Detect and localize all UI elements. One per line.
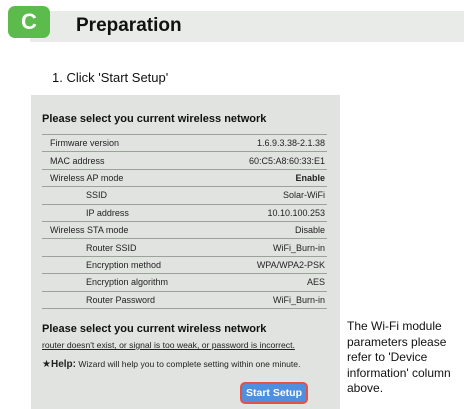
section-badge: C [8,6,50,38]
help-label: Help: [50,359,76,370]
row-value: 1.6.9.3.38-2.1.38 [256,138,325,149]
side-note: The Wi-Fi module parameters please refer… [347,319,451,395]
row-label: SSID [86,190,108,201]
table-row: Router Password WiFi_Burn-in [42,292,327,309]
table-row: Encryption method WPA/WPA2-PSK [42,257,327,275]
row-value: Enable [295,172,325,183]
table-row: Firmware version 1.6.9.3.38-2.1.38 [42,135,327,153]
star-icon: ★ [42,359,51,370]
help-description: Wizard will help you to complete setting… [75,359,301,369]
table-row: Wireless STA mode Disable [42,222,327,240]
row-value: 60:C5:A8:60:33:E1 [248,155,325,166]
table-row: IP address 10.10.100.253 [42,205,327,222]
row-label: MAC address [50,155,105,166]
row-value: 10.10.100.253 [267,207,325,218]
table-row: Router SSID WiFi_Burn-in [42,239,327,257]
device-info-table: Firmware version 1.6.9.3.38-2.1.38 MAC a… [42,134,327,309]
row-label: IP address [86,207,129,218]
network-select-heading: Please select you current wireless netwo… [42,323,267,335]
row-value: WiFi_Burn-in [272,294,325,305]
row-label: Router SSID [86,242,137,253]
help-text: ★Help: Wizard will help you to complete … [42,359,332,370]
table-row: MAC address 60:C5:A8:60:33:E1 [42,152,327,170]
row-value: AES [306,277,325,288]
row-label: Encryption method [86,259,162,270]
network-warning-note: router doesn't exist, or signal is too w… [42,340,295,350]
row-value: Solar-WiFi [283,190,325,201]
table-row: SSID Solar-WiFi [42,187,327,205]
panel-title: Please select you current wireless netwo… [42,113,267,125]
step-instruction: 1. Click 'Start Setup' [52,70,169,85]
row-label: Router Password [86,294,156,305]
table-row: Encryption algorithm AES [42,274,327,292]
row-value: Disable [294,225,325,236]
row-label: Wireless STA mode [50,225,129,236]
table-row: Wireless AP mode Enable [42,170,327,188]
row-label: Firmware version [50,138,120,149]
page-title: Preparation [76,15,182,36]
row-value: WPA/WPA2-PSK [256,259,325,270]
start-setup-button[interactable]: Start Setup [240,382,308,404]
row-value: WiFi_Burn-in [272,242,325,253]
row-label: Wireless AP mode [50,172,124,183]
row-label: Encryption algorithm [86,277,169,288]
